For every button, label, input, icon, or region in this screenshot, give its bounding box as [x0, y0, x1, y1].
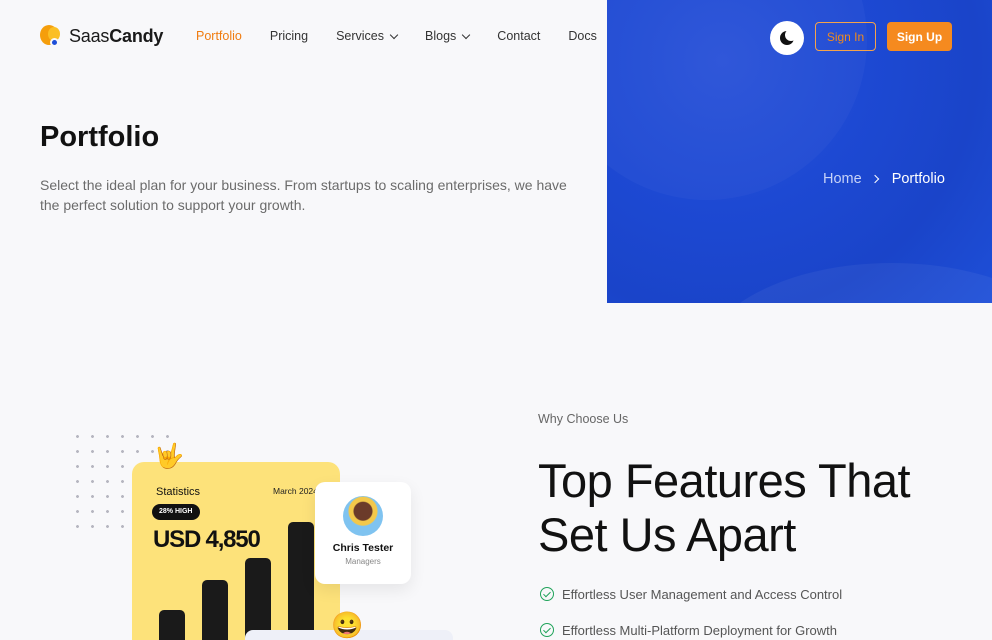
page-title: Portfolio — [40, 121, 160, 153]
stats-badge: 28% HIGH — [152, 504, 200, 520]
rock-hand-emoji-icon: 🤟 — [154, 443, 184, 470]
stats-title: Statistics — [156, 486, 201, 498]
nav-label: Portfolio — [196, 29, 242, 43]
breadcrumb-home-link[interactable]: Home — [823, 171, 862, 187]
statistics-card: Statistics March 2024 28% HIGH USD 4,850 — [132, 462, 340, 640]
stats-amount: USD 4,850 — [153, 526, 261, 553]
theme-toggle-button[interactable] — [770, 21, 804, 55]
chart-bar — [288, 522, 314, 640]
check-circle-icon — [540, 623, 554, 637]
avatar — [343, 496, 383, 536]
nav-label: Services — [336, 29, 385, 43]
nav-item-pricing[interactable]: Pricing — [270, 29, 308, 43]
nav-item-portfolio[interactable]: Portfolio — [196, 29, 242, 43]
sign-in-button[interactable]: Sign In — [815, 22, 876, 51]
logo-text-bold: Candy — [109, 26, 164, 46]
nav-label: Blogs — [425, 29, 457, 43]
nav-item-contact[interactable]: Contact — [497, 29, 540, 43]
chart-bar — [159, 610, 185, 640]
check-circle-icon — [540, 587, 554, 601]
page-subtitle: Select the ideal plan for your business.… — [40, 177, 567, 213]
stats-date: March 2024 — [273, 486, 318, 496]
feature-list: Effortless User Management and Access Co… — [540, 585, 842, 640]
nav-item-blogs[interactable]: Blogs — [425, 29, 471, 43]
chart-bar — [202, 580, 228, 640]
feature-text: Effortless Multi-Platform Deployment for… — [562, 622, 838, 638]
moon-icon — [780, 29, 797, 45]
profile-role: Managers — [345, 557, 381, 566]
nav-label: Pricing — [269, 29, 309, 43]
sign-up-button[interactable]: Sign Up — [887, 22, 952, 51]
nav-label: Contact — [497, 29, 541, 43]
chevron-right-icon — [870, 174, 879, 184]
smile-emoji-icon: 😀 — [331, 610, 364, 640]
logo-text: SaasCandy — [69, 26, 163, 47]
feature-text: Effortless User Management and Access Co… — [562, 586, 843, 602]
chart-bar — [245, 558, 271, 640]
profile-name: Chris Tester — [332, 542, 394, 554]
breadcrumb: Home Portfolio — [823, 171, 945, 187]
section-headline: Top Features That Set Us Apart — [538, 454, 911, 561]
logo-icon — [40, 25, 63, 48]
chevron-down-icon — [389, 30, 399, 39]
hero-decor-circle — [702, 263, 992, 303]
section-eyebrow: Why Choose Us — [538, 412, 629, 426]
feature-item: Effortless User Management and Access Co… — [540, 585, 842, 603]
nav-label: Docs — [568, 29, 597, 43]
feature-item: Effortless Multi-Platform Deployment for… — [540, 621, 842, 639]
logo-text-light: Saas — [69, 26, 110, 46]
breadcrumb-current: Portfolio — [891, 171, 945, 187]
logo[interactable]: SaasCandy — [40, 25, 163, 48]
chevron-down-icon — [462, 30, 471, 39]
main-nav: Portfolio Pricing Services Blogs Contact… — [196, 29, 625, 43]
profile-card: Chris Tester Managers — [315, 482, 411, 584]
nav-item-docs[interactable]: Docs — [568, 29, 596, 43]
nav-item-services[interactable]: Services — [336, 29, 399, 43]
